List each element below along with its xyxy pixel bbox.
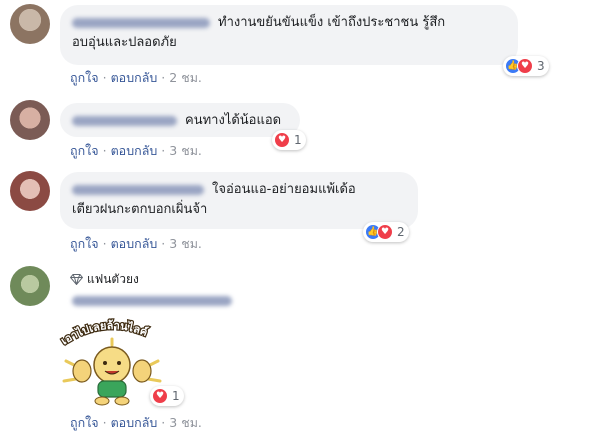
comment-text: ใจอ่อนแอ-อย่ายอมแพ้เด้อ เตียวฝนกะตกบอกเผ… bbox=[72, 180, 406, 220]
comment-actions: ถูกใจ · ตอบกลับ · 3 ชม. bbox=[70, 415, 202, 430]
reaction-count: 1 bbox=[172, 389, 180, 403]
timestamp[interactable]: 3 ชม. bbox=[169, 143, 202, 158]
reaction-count: 1 bbox=[294, 133, 302, 147]
reaction-count: 2 bbox=[397, 225, 405, 239]
reply-link[interactable]: ตอบกลับ bbox=[111, 143, 158, 158]
heart-icon: ♥ bbox=[152, 388, 168, 404]
commenter-name[interactable] bbox=[72, 296, 232, 306]
comment-bubble: ทำงานขยันขันแข็ง เข้าถึงประชาชน รู้สึก อ… bbox=[60, 5, 518, 65]
like-link[interactable]: ถูกใจ bbox=[70, 415, 99, 430]
commenter-name[interactable] bbox=[72, 184, 204, 195]
like-link[interactable]: ถูกใจ bbox=[70, 236, 99, 251]
avatar[interactable] bbox=[10, 100, 50, 140]
reaction-summary[interactable]: ♥ 1 bbox=[272, 130, 306, 150]
comment-line: ทำงานขยันขันแข็ง เข้าถึงประชาชน รู้สึก bbox=[218, 15, 446, 30]
commenter-name[interactable] bbox=[72, 17, 210, 28]
timestamp[interactable]: 3 ชม. bbox=[169, 236, 202, 251]
comment-line: คนทางได้น้อแอด bbox=[185, 113, 282, 128]
comment-actions: ถูกใจ · ตอบกลับ · 3 ชม. bbox=[70, 143, 202, 158]
reply-link[interactable]: ตอบกลับ bbox=[111, 236, 158, 251]
comment-line: ใจอ่อนแอ-อย่ายอมแพ้เด้อ bbox=[212, 182, 356, 197]
timestamp[interactable]: 2 ชม. bbox=[169, 70, 202, 85]
reaction-summary[interactable]: ♥ 1 bbox=[150, 386, 184, 406]
avatar[interactable] bbox=[10, 4, 50, 44]
comment-bubble: ใจอ่อนแอ-อย่ายอมแพ้เด้อ เตียวฝนกะตกบอกเผ… bbox=[60, 172, 418, 229]
fan-badge[interactable]: แฟนตัวยง bbox=[70, 270, 139, 289]
comment-line: เตียวฝนกะตกบอกเผิ่นจ้า bbox=[72, 202, 208, 217]
comment-text: ทำงานขยันขันแข็ง เข้าถึงประชาชน รู้สึก อ… bbox=[72, 13, 506, 53]
like-link[interactable]: ถูกใจ bbox=[70, 143, 99, 158]
diamond-icon bbox=[70, 274, 83, 285]
comment-line: อบอุ่นและปลอดภัย bbox=[72, 35, 177, 50]
reply-link[interactable]: ตอบกลับ bbox=[111, 415, 158, 430]
reaction-count: 3 bbox=[537, 59, 545, 73]
comment-actions: ถูกใจ · ตอบกลับ · 2 ชม. bbox=[70, 70, 202, 85]
comment-actions: ถูกใจ · ตอบกลับ · 3 ชม. bbox=[70, 236, 202, 251]
fan-badge-label: แฟนตัวยง bbox=[87, 272, 139, 286]
reaction-summary[interactable]: 👍 ♥ 2 bbox=[363, 222, 409, 242]
like-link[interactable]: ถูกใจ bbox=[70, 70, 99, 85]
timestamp[interactable]: 3 ชม. bbox=[169, 415, 202, 430]
comment-text: คนทางได้น้อแอด bbox=[72, 111, 288, 131]
heart-icon: ♥ bbox=[517, 58, 533, 74]
heart-icon: ♥ bbox=[377, 224, 393, 240]
reply-link[interactable]: ตอบกลับ bbox=[111, 70, 158, 85]
reaction-summary[interactable]: 👍 ♥ 3 bbox=[503, 56, 549, 76]
comment-bubble: คนทางได้น้อแอด bbox=[60, 103, 300, 137]
commenter-name[interactable] bbox=[72, 115, 177, 126]
sticker-text: เอาไปเลยล้านไลค์ bbox=[59, 319, 150, 348]
heart-icon: ♥ bbox=[274, 132, 290, 148]
avatar[interactable] bbox=[10, 266, 50, 306]
avatar[interactable] bbox=[10, 171, 50, 211]
